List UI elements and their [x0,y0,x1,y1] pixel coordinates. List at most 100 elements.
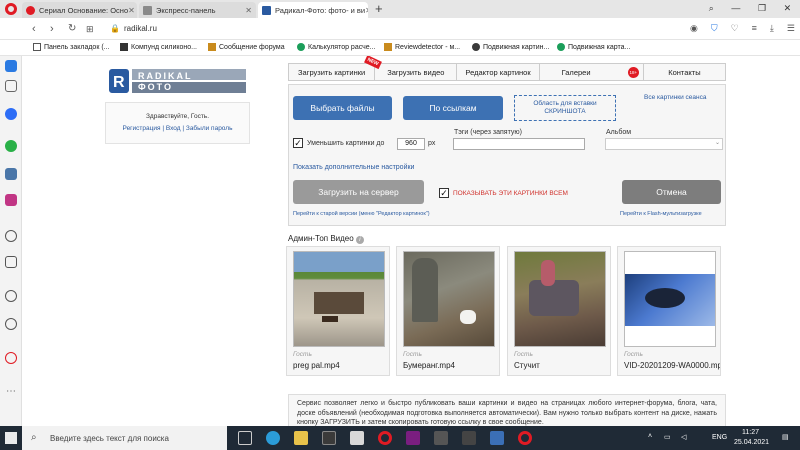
bookmark-item[interactable]: Сообщение форума [208,43,285,51]
video-thumbnail[interactable] [514,251,606,347]
bookmark-item[interactable]: Панель закладок (... [33,43,110,51]
heart-icon[interactable]: ♡ [731,23,739,35]
select-files-button[interactable]: Выбрать файлы [293,96,392,120]
download-icon[interactable]: ⤓ [770,23,774,35]
nav-contacts[interactable]: Контакты [644,64,725,80]
opera-menu-icon[interactable] [5,3,17,15]
video-card[interactable]: Гость Стучит [507,246,611,376]
history-icon[interactable] [5,318,17,330]
star-icon[interactable] [5,80,17,92]
app-icon[interactable] [490,431,504,445]
flash-upload-link[interactable]: Перейти к Flash-мультизагрузке [620,211,702,217]
reduce-checkbox[interactable]: ✓ [293,138,303,148]
windows-start-icon[interactable] [5,432,17,444]
task-view-icon[interactable] [238,431,252,445]
new-tab-button[interactable]: + [375,1,383,16]
search-tabs-icon[interactable]: ⌕ [709,3,714,15]
video-card[interactable]: Гость VID-20201209-WA0000.mp4 [617,246,721,376]
bookmark-item[interactable]: Подвижная карта... [557,43,630,51]
messenger-icon[interactable] [5,108,17,120]
mail-icon[interactable] [350,431,364,445]
close-icon[interactable]: ✕ [245,6,252,15]
screenshot-paste-area[interactable]: Область для вставки СКРИНШОТА [514,95,616,121]
heart-icon[interactable] [5,290,17,302]
notifications-icon[interactable]: ▤ [782,433,789,441]
greeting-box: Здравствуйте, Гость. Регистрация | Вход … [105,102,250,144]
camera-icon[interactable]: ◉ [690,23,698,35]
video-thumbnail[interactable] [403,251,495,347]
reload-icon[interactable]: ↻ [68,23,76,35]
nav-upload-images[interactable]: Загрузить картинки NEW [289,56,382,80]
settings-icon[interactable]: ☰ [787,23,795,35]
nav-image-editor[interactable]: Редактор картинок [457,64,540,80]
opera-active-icon[interactable] [518,431,532,445]
nav-upload-video[interactable]: Загрузить видео [375,64,458,80]
cancel-button[interactable]: Отмена [622,180,721,204]
location-icon[interactable] [5,352,17,364]
close-icon[interactable]: ✕ [128,6,135,15]
bookmark-item[interactable]: Reviewdetector - м... [384,43,460,51]
bookmark-item[interactable]: Калькулятор расче... [297,43,376,51]
maximize-icon[interactable]: ❐ [758,3,766,15]
login-link[interactable]: Вход [166,125,181,132]
upload-server-button[interactable]: Загрузить на сервер [293,180,424,204]
video-thumbnail[interactable] [624,251,716,347]
reduce-size-input[interactable]: 960 [397,138,425,150]
video-card[interactable]: Гость preg pal.mp4 [286,246,390,376]
forward-icon[interactable]: › [50,23,54,35]
close-icon[interactable]: ✕ [365,6,368,15]
show-all-label: ПОКАЗЫВАТЬ ЭТИ КАРТИНКИ ВСЕМ [453,190,568,197]
app-icon[interactable] [434,431,448,445]
volume-icon[interactable]: ◁ [681,433,686,441]
forgot-password-link[interactable]: Забыли пароль [186,125,233,132]
opera-icon[interactable] [378,431,392,445]
close-window-icon[interactable]: ✕ [784,3,792,15]
network-icon[interactable]: ▭ [664,433,671,441]
file-explorer-icon[interactable] [294,431,308,445]
send-icon[interactable] [5,256,17,268]
more-icon[interactable]: ⋯ [5,386,17,398]
radikal-logo[interactable]: R RADIKAL ФОТО [108,66,248,96]
app-icon[interactable] [406,431,420,445]
info-icon[interactable]: i [355,236,364,244]
url-text[interactable]: radikal.ru [124,24,157,33]
tags-label: Тэги (через запятую) [454,129,522,136]
bookmark-item[interactable]: Компунд силиконо... [120,43,197,51]
service-description: Сервис позволяет легко и быстро публиков… [288,394,726,426]
browser-tab-serial[interactable]: Сериал Основание: Осно ✕ [22,2,137,18]
store-icon[interactable] [322,431,336,445]
all-session-images-link[interactable]: Все картинки сеанса [644,94,707,101]
minimize-icon[interactable]: — [731,3,740,15]
browser-tab-express[interactable]: Экспресс-панель ✕ [139,2,256,18]
browser-tab-radikal[interactable]: Радикал-Фото: фото- и ви ✕ [258,2,368,18]
clock-date[interactable]: 25.04.2021 [734,439,769,446]
tray-arrow-icon[interactable]: ˄ [648,433,652,440]
video-thumbnail[interactable] [293,251,385,347]
nav-label: Контакты [668,67,701,77]
show-all-checkbox[interactable]: ✓ [439,188,449,198]
taskbar-search-box[interactable]: ⌕ Введите здесь текст для поиска [22,426,227,450]
clock-time[interactable]: 11:27 [742,429,759,436]
vk-icon[interactable] [5,168,17,180]
more-settings-link[interactable]: Показать дополнительные настройки [293,164,414,171]
album-select[interactable]: ⌄ [605,138,723,150]
player-icon[interactable] [5,230,17,242]
bookmark-item[interactable]: Подвижная картин... [472,43,549,51]
instagram-icon[interactable] [5,194,17,206]
tags-input[interactable] [453,138,585,150]
video-card[interactable]: Гость Бумеранг.mp4 [396,246,500,376]
bookmarks-bar: Панель закладок (... Компунд силиконо...… [0,40,800,56]
app-icon[interactable] [462,431,476,445]
home-icon[interactable] [5,60,17,72]
by-links-button[interactable]: По ссылкам [403,96,503,120]
shield-icon[interactable]: ⛉ [711,23,718,35]
tabs-menu-icon[interactable]: ≡ [752,23,757,35]
nav-galleries[interactable]: Галереи 18+ [540,64,644,80]
old-version-link[interactable]: Перейти к старой версии (меню "Редактор … [293,211,430,217]
edge-icon[interactable] [266,431,280,445]
back-icon[interactable]: ‹ [32,23,36,35]
language-indicator[interactable]: ENG [712,434,727,441]
whatsapp-icon[interactable] [5,140,17,152]
speed-dial-icon[interactable]: ⊞ [86,23,94,35]
register-link[interactable]: Регистрация [123,125,161,132]
